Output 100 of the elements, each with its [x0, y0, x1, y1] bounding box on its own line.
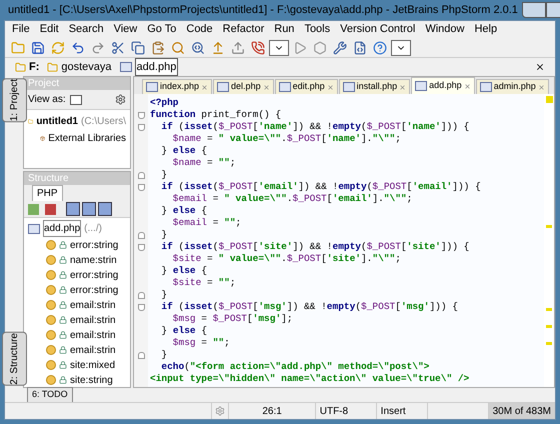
encoding[interactable]: UTF-8 — [314, 403, 376, 419]
toolbar-dropdown[interactable] — [391, 40, 411, 56]
warning-marker-icon — [546, 225, 552, 228]
tree-item[interactable]: error:string — [70, 282, 118, 298]
folder-icon — [15, 62, 26, 72]
php-file-icon — [120, 62, 132, 72]
lock-icon — [59, 361, 67, 369]
code-line: $site = " value=\"".$_POST['site']."\""; — [172, 253, 402, 265]
settings-icon[interactable] — [115, 94, 126, 105]
lock-icon — [59, 376, 67, 384]
editor-tab[interactable]: install.php — [338, 79, 410, 94]
todo-tool-tab[interactable]: 6: TODO — [27, 387, 73, 403]
code-line: } — [160, 169, 168, 181]
menu-item[interactable]: Search — [68, 21, 104, 38]
editor-tab[interactable]: admin.php — [476, 79, 549, 94]
tree-item[interactable]: site:string — [70, 372, 113, 387]
tree-item[interactable]: error:string — [70, 268, 118, 282]
code-line: } else { — [160, 145, 208, 157]
view-as-label: View as: — [28, 93, 66, 107]
tree-item[interactable]: External Libraries — [48, 131, 126, 146]
menu-item[interactable]: View — [114, 21, 138, 38]
breadcrumb[interactable]: F: — [29, 58, 40, 76]
code-line: function print_form() { — [150, 109, 282, 121]
editor-tab[interactable]: index.php — [142, 79, 212, 94]
php-file-icon — [217, 82, 230, 92]
lock-icon — [59, 301, 67, 309]
call-icon[interactable] — [249, 38, 267, 56]
lock-icon — [59, 241, 67, 249]
code-line: $email = " value=\"".$_POST['email']."\""; — [172, 193, 414, 205]
code-line: $name = ""; — [172, 157, 237, 169]
menu-item[interactable]: Edit — [40, 21, 59, 38]
code-line: } else { — [160, 325, 208, 337]
code-line: } — [160, 229, 168, 241]
menu-item[interactable]: Code — [186, 21, 213, 38]
warning-marker-icon — [546, 308, 552, 311]
menu-item[interactable]: Run — [274, 21, 294, 38]
code-line: <input type=\"hidden\" name=\"action\" value=\"true\" /> — [150, 373, 470, 385]
code-line: $msg = $_POST['msg']; — [172, 313, 294, 325]
tree-item-path: (C:\Users\ — [81, 115, 126, 129]
memory-indicator[interactable]: 30M of 483M — [488, 403, 555, 419]
menu-item[interactable]: Refactor — [222, 21, 264, 38]
help-icon[interactable] — [371, 38, 389, 56]
run-config-dropdown[interactable] — [269, 40, 289, 56]
php-file-icon — [415, 81, 428, 91]
tree-item[interactable]: error:string — [70, 238, 118, 252]
menu-item[interactable]: Window — [425, 21, 464, 38]
code-line: echo("<form action=\"add.php\" method=\"post\"> — [160, 361, 430, 373]
lock-icon — [59, 346, 67, 354]
php-file-icon — [480, 82, 492, 92]
tree-item[interactable]: untitled1 — [36, 114, 78, 129]
tree-item[interactable]: email:strin — [70, 342, 116, 358]
structure-tool-tab[interactable]: 2: Structure — [2, 332, 26, 386]
warning-marker-icon — [546, 325, 552, 328]
lock-icon — [59, 286, 67, 294]
code-line: $msg = ""; — [172, 337, 231, 349]
code-editor[interactable] — [148, 94, 544, 387]
breadcrumb[interactable]: gostevaya — [61, 58, 112, 76]
lock-icon — [59, 331, 67, 339]
code-line: if (isset($_POST['email']) && !empty($_POST['email'])) { — [160, 181, 482, 193]
menu-item[interactable]: Version Control — [340, 21, 416, 38]
tree-item[interactable]: email:strin — [70, 298, 116, 312]
php-tab[interactable]: PHP — [32, 185, 63, 202]
wrench-icon[interactable] — [331, 38, 349, 56]
view-as-dropdown[interactable] — [70, 94, 82, 104]
php-file-icon — [342, 82, 355, 92]
code-line: if (isset($_POST['site']) && !empty($_POST['site'])) { — [160, 241, 470, 253]
tree-item[interactable]: name:strin — [70, 252, 117, 268]
tree-item[interactable]: email:strin — [70, 312, 116, 328]
tree-item-path: (.../) — [84, 222, 102, 236]
fold-icon[interactable] — [138, 352, 144, 358]
insert-mode[interactable]: Insert — [376, 403, 427, 419]
warning-marker-icon — [546, 342, 552, 345]
lock-icon — [59, 316, 67, 324]
breadcrumb[interactable]: add.php — [134, 58, 178, 76]
minimize-button[interactable] — [522, 2, 546, 18]
menu-item[interactable]: Go To — [147, 21, 176, 38]
tree-item[interactable]: email:strin — [70, 328, 116, 342]
editor-tab[interactable]: del.php — [213, 79, 274, 94]
code-line: if (isset($_POST['name']) && !empty($_POST['name'])) { — [160, 121, 470, 133]
window-title: untitled1 - [C:\Users\Axel\PhpstormProjects\untitled1] - F:\gostevaya\add.php - JetBrains PhpStorm 2.0.1 — [8, 2, 518, 18]
status-marker-icon — [546, 96, 552, 103]
folder-icon — [47, 62, 58, 72]
tree-item[interactable]: site:mixed — [70, 358, 116, 372]
php-file-icon — [146, 82, 158, 92]
menu-item[interactable]: Help — [474, 21, 498, 38]
editor-tab[interactable]: edit.php — [274, 79, 338, 94]
tree-item[interactable]: add.php — [43, 220, 82, 237]
close-icon[interactable] — [535, 62, 545, 72]
copy-icon[interactable] — [129, 38, 147, 56]
caret-position[interactable]: 26:1 — [228, 403, 315, 419]
menu-item[interactable]: File — [12, 21, 30, 38]
menu-item[interactable]: Tools — [304, 21, 330, 38]
code-line: <?php — [150, 97, 180, 109]
php-file-icon — [28, 224, 40, 234]
lock-icon — [59, 271, 67, 279]
project-tool-tab[interactable]: 1: Project — [2, 78, 26, 122]
editor-tab[interactable]: add.php — [411, 77, 475, 94]
code-line: if (isset($_POST['msg']) && !empty($_POST['msg'])) { — [160, 301, 459, 313]
code-line: } — [160, 349, 168, 361]
code-line: $name = " value=\"".$_POST['name']."\""; — [172, 133, 402, 145]
